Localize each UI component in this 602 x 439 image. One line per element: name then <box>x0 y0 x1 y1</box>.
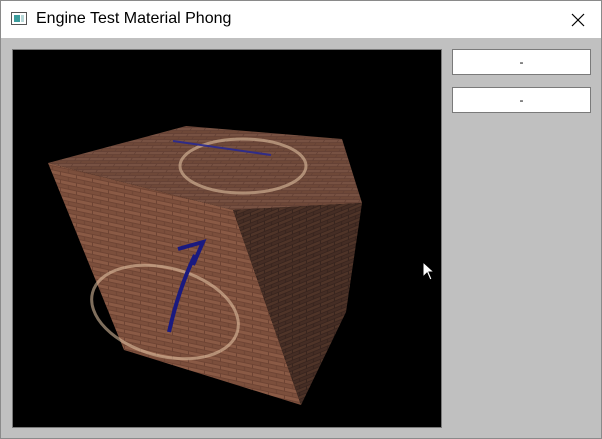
side-button-1[interactable]: - <box>452 49 591 75</box>
app-window-icon <box>11 12 27 25</box>
app-window: Engine Test Material Phong - - <box>0 0 602 439</box>
mouse-cursor-icon <box>422 261 436 281</box>
render-viewport[interactable] <box>12 49 442 428</box>
cube-render <box>48 126 362 405</box>
close-button[interactable] <box>555 1 601 38</box>
title-bar[interactable]: Engine Test Material Phong <box>1 1 601 38</box>
side-button-2[interactable]: - <box>452 87 591 113</box>
close-icon <box>571 13 585 26</box>
client-area: - - <box>1 38 601 438</box>
window-title: Engine Test Material Phong <box>36 10 232 27</box>
